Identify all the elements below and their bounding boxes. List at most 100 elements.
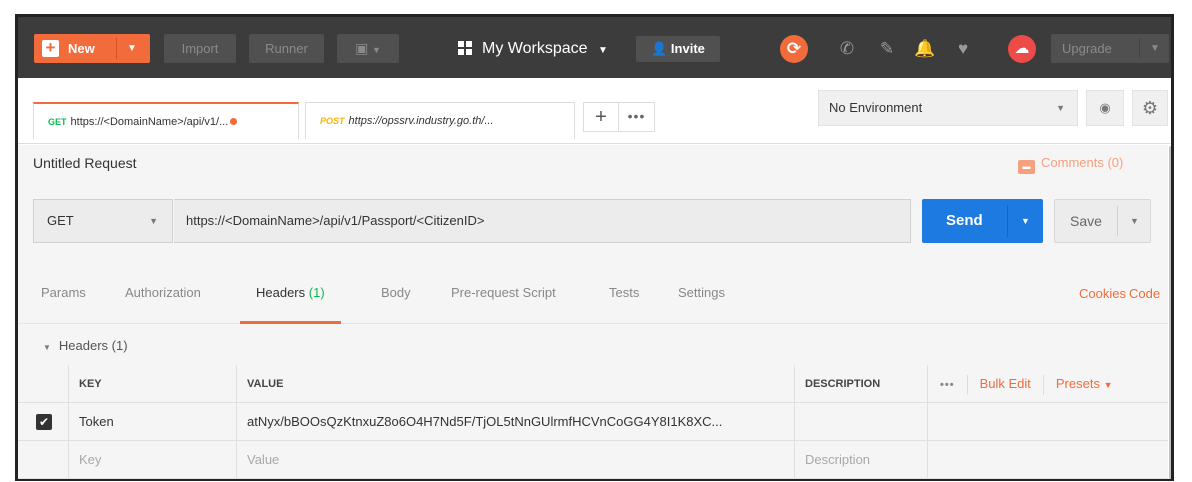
- divider: [1117, 206, 1118, 236]
- presets-dropdown[interactable]: Presets ▼: [1056, 376, 1113, 391]
- scrollbar[interactable]: [1169, 146, 1171, 479]
- new-button[interactable]: + New ▼: [34, 34, 150, 63]
- chevron-down-icon: ▼: [1150, 43, 1160, 54]
- table-header-row: KEY VALUE DESCRIPTION ••• Bulk Edit Preset…: [18, 365, 1168, 403]
- method-select[interactable]: GET ▼: [33, 199, 173, 243]
- description-cell[interactable]: [794, 403, 927, 440]
- divider: [116, 38, 117, 59]
- cookies-link[interactable]: Cookies: [1079, 286, 1126, 301]
- checkbox[interactable]: ✔: [36, 414, 52, 430]
- chevron-down-icon: ▼: [1103, 380, 1113, 390]
- divider: [1042, 375, 1044, 396]
- headers-count: (1): [308, 285, 325, 300]
- import-button[interactable]: Import: [164, 34, 236, 63]
- divider: [966, 375, 968, 396]
- add-tab-button[interactable]: +: [583, 102, 619, 132]
- request-panel: Untitled Request ▬ Comments (0) GET ▼ htt…: [18, 145, 1168, 479]
- column-key: KEY: [68, 365, 236, 402]
- top-bar: + New ▼ Import Runner ▣ ▼ My Workspace ▼…: [18, 14, 1171, 78]
- comments-button[interactable]: ▬ Comments (0): [1018, 155, 1123, 174]
- cell: [927, 403, 1168, 440]
- tab-method: POST: [320, 116, 345, 126]
- key-cell[interactable]: Token: [68, 403, 236, 440]
- runner-button[interactable]: Runner: [249, 34, 324, 63]
- save-label: Save: [1070, 213, 1102, 229]
- plus-icon: +: [42, 39, 59, 57]
- request-tabs-bar: GET https://<DomainName>/api/v1/... POST h…: [18, 78, 1171, 144]
- invite-button[interactable]: 👤 Invite: [636, 36, 720, 62]
- invite-label: Invite: [670, 41, 705, 56]
- cell: [927, 441, 1168, 478]
- cloud-icon[interactable]: ☁: [1008, 35, 1036, 63]
- value-cell[interactable]: atNyx/bBOOsQzKtnxuZ8o6O4H7Nd5F/TjOL5tNnG…: [236, 403, 794, 440]
- environment-label: No Environment: [829, 100, 923, 115]
- heart-icon[interactable]: ♥: [952, 36, 974, 62]
- more-icon[interactable]: •••: [940, 366, 955, 402]
- tab-settings[interactable]: Settings: [678, 284, 725, 324]
- new-window-icon: ▣: [355, 40, 369, 56]
- chevron-down-icon[interactable]: ▼: [1130, 200, 1139, 242]
- sync-icon[interactable]: ⟳: [780, 35, 808, 63]
- app-window: + New ▼ Import Runner ▣ ▼ My Workspace ▼…: [15, 14, 1174, 481]
- code-link[interactable]: Code: [1129, 286, 1160, 301]
- cell: ✔: [18, 403, 68, 440]
- request-title: Untitled Request: [33, 155, 137, 171]
- new-button-label: New: [68, 41, 95, 56]
- tab-headers-label: Headers: [256, 285, 306, 300]
- tab-label: https://<DomainName>/api/v1/...: [70, 116, 229, 128]
- satellite-icon[interactable]: ✆: [836, 36, 858, 62]
- tab-body[interactable]: Body: [381, 284, 411, 324]
- column-value: VALUE: [236, 365, 794, 402]
- headers-section-toggle[interactable]: ▼ Headers (1): [43, 338, 128, 353]
- tab-authorization[interactable]: Authorization: [125, 284, 201, 324]
- request-tab[interactable]: POST https://opssrv.industry.go.th/...: [305, 102, 575, 139]
- request-tab[interactable]: GET https://<DomainName>/api/v1/...: [33, 102, 299, 139]
- chevron-down-icon: ▼: [1056, 103, 1065, 113]
- tab-params[interactable]: Params: [41, 284, 86, 324]
- headers-section-title: Headers (1): [58, 338, 128, 353]
- request-subtabs: Params Authorization Headers (1) Body Pr…: [18, 272, 1168, 324]
- divider: [1139, 38, 1140, 59]
- table-row-empty: Key Value Description: [18, 441, 1168, 479]
- comment-icon: ▬: [1018, 160, 1035, 174]
- bell-icon[interactable]: 🔔: [914, 36, 936, 62]
- url-input[interactable]: https://<DomainName>/api/v1/Passport/<Ci…: [174, 199, 911, 243]
- cell: [18, 365, 68, 402]
- eye-icon[interactable]: ◉: [1086, 90, 1124, 126]
- cell: [18, 441, 68, 478]
- workspace-grid-icon: [458, 41, 472, 55]
- upgrade-button[interactable]: Upgrade ▼: [1051, 34, 1169, 63]
- new-window-button[interactable]: ▣ ▼: [337, 34, 399, 63]
- upgrade-label: Upgrade: [1062, 41, 1112, 56]
- save-button[interactable]: Save ▼: [1054, 199, 1151, 243]
- divider: [1007, 205, 1008, 237]
- column-description: DESCRIPTION: [794, 365, 927, 402]
- workspace-label: My Workspace: [482, 40, 588, 57]
- send-label: Send: [946, 212, 983, 229]
- chevron-down-icon: ▼: [371, 45, 381, 55]
- gear-icon[interactable]: ⚙: [1132, 90, 1168, 126]
- tab-headers[interactable]: Headers (1): [240, 284, 341, 324]
- chevron-down-icon: ▼: [149, 216, 158, 226]
- chevron-down-icon: ▼: [43, 343, 51, 352]
- workspace-selector[interactable]: My Workspace ▼: [458, 34, 608, 63]
- value-input[interactable]: Value: [236, 441, 794, 478]
- tab-prerequest[interactable]: Pre-request Script: [451, 284, 556, 324]
- description-input[interactable]: Description: [794, 441, 927, 478]
- chevron-down-icon: ▼: [597, 45, 608, 56]
- chevron-down-icon[interactable]: ▼: [127, 34, 137, 63]
- add-user-icon: 👤: [651, 41, 668, 56]
- presets-label: Presets: [1055, 376, 1100, 391]
- chevron-down-icon[interactable]: ▼: [1021, 199, 1030, 243]
- more-tabs-button[interactable]: •••: [619, 102, 655, 132]
- bulk-edit-link[interactable]: Bulk Edit: [980, 376, 1031, 391]
- wrench-icon[interactable]: ✎: [876, 36, 898, 62]
- send-button[interactable]: Send ▼: [922, 199, 1043, 243]
- tab-tests[interactable]: Tests: [609, 284, 639, 324]
- column-actions: ••• Bulk Edit Presets ▼: [927, 365, 1168, 402]
- environment-select[interactable]: No Environment ▼: [818, 90, 1078, 126]
- key-input[interactable]: Key: [68, 441, 236, 478]
- tab-label: https://opssrv.industry.go.th/...: [348, 115, 494, 127]
- unsaved-dot-icon: [230, 118, 238, 125]
- tab-method: GET: [48, 117, 67, 127]
